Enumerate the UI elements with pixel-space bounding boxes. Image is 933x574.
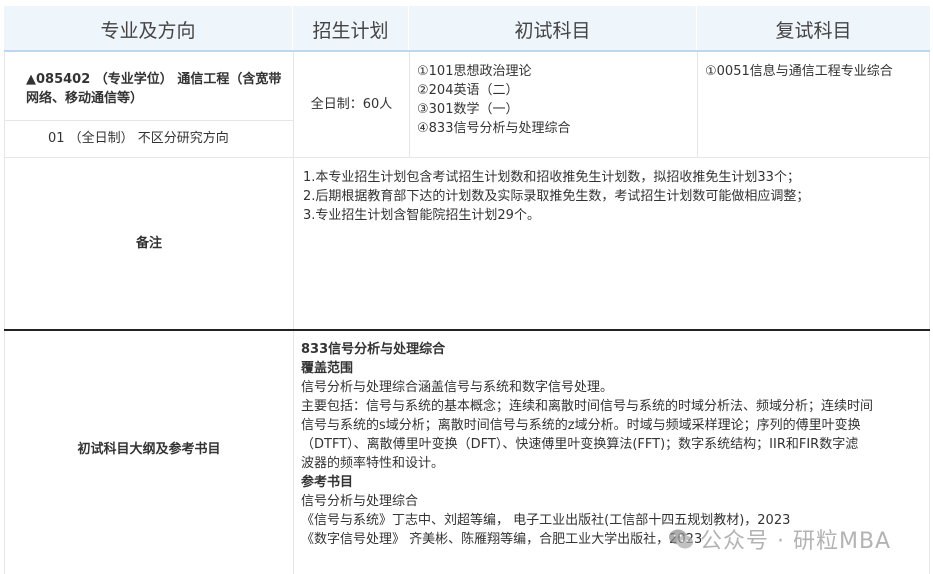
exam-subject-list: ①101思想政治理论 ②204英语（二） ③301数学（一） ④833信号分析与… xyxy=(417,62,693,138)
header-exam-label: 初试科目 xyxy=(514,19,591,42)
retest-subject-list: ①0051信息与通信工程专业综合 xyxy=(705,62,927,81)
grid-line xyxy=(697,52,698,157)
watermark-text: 公众号 · 研粒MBA xyxy=(700,529,892,554)
grid-line xyxy=(929,52,930,574)
watermark: 公众号 · 研粒MBA xyxy=(668,522,918,556)
grid-line xyxy=(4,120,293,121)
header-cell-major: 专业及方向 xyxy=(4,6,293,52)
retest-subject-item: ①0051信息与通信工程专业综合 xyxy=(705,64,893,79)
outline-scope-line: （DTFT）、离散傅里叶变换（DFT）、快速傅里叶变换算法(FFT)；数字系统结… xyxy=(301,437,859,452)
wechat-icon xyxy=(669,529,693,549)
enrollment-plan: 全日制：60人 xyxy=(310,97,393,112)
header-retest-label: 复试科目 xyxy=(775,19,852,42)
outline-scope-line: 信号与系统的s域分析；离散时间信号与系统的z域分析。时域与频域采样理论；序列的傅… xyxy=(301,418,861,433)
remark-line: 3.专业招生计划含智能院招生计划29个。 xyxy=(303,208,540,223)
header-cell-exam: 初试科目 xyxy=(409,6,697,52)
outline-content: 833信号分析与处理综合 覆盖范围 信号分析与处理综合涵盖信号与系统和数字信号处… xyxy=(301,340,927,549)
exam-subject-item: ③301数学（一） xyxy=(417,102,519,117)
exam-subject-item: ①101思想政治理论 xyxy=(417,64,532,79)
header-cell-retest: 复试科目 xyxy=(697,6,930,52)
header-cell-plan: 招生计划 xyxy=(293,6,409,52)
remarks-label: 备注 xyxy=(135,236,162,251)
outline-books-heading: 参考书目 xyxy=(301,475,354,490)
outline-scope-intro: 信号分析与处理综合涵盖信号与系统和数字信号处理。 xyxy=(301,380,614,395)
outline-label: 初试科目大纲及参考书目 xyxy=(77,441,221,457)
remarks-content: 1.本专业招生计划包含考试招生计划数和招收推免生计划数，拟招收推免生计划33个；… xyxy=(303,168,925,225)
remark-line: 1.本专业招生计划包含考试招生计划数和招收推免生计划数，拟招收推免生计划33个； xyxy=(303,170,800,185)
outline-subject: 833信号分析与处理综合 xyxy=(301,342,446,357)
program-direction: 01 （全日制） 不区分研究方向 xyxy=(48,131,229,146)
exam-subject-item: ④833信号分析与处理综合 xyxy=(417,121,571,136)
header-underline xyxy=(4,50,930,52)
program-title: ▲085402 （专业学位） 通信工程（含宽带网络、移动通信等） xyxy=(26,72,282,106)
header-plan-label: 招生计划 xyxy=(312,19,389,42)
remark-line: 2.后期根据教育部下达的计划数及实际录取推免生数，考试招生计划数可能做相应调整； xyxy=(303,189,810,204)
grid-line xyxy=(409,52,410,157)
outline-books-intro: 信号分析与处理综合 xyxy=(301,494,419,509)
outline-scope-line: 波器的频率特性和设计。 xyxy=(301,456,445,471)
header-major-label: 专业及方向 xyxy=(100,19,196,42)
outline-scope-heading: 覆盖范围 xyxy=(301,361,354,376)
exam-subject-item: ②204英语（二） xyxy=(417,83,519,98)
outline-scope-line: 主要包括：信号与系统的基本概念；连续和离散时间信号与系统的时域分析法、频域分析；… xyxy=(301,399,874,414)
